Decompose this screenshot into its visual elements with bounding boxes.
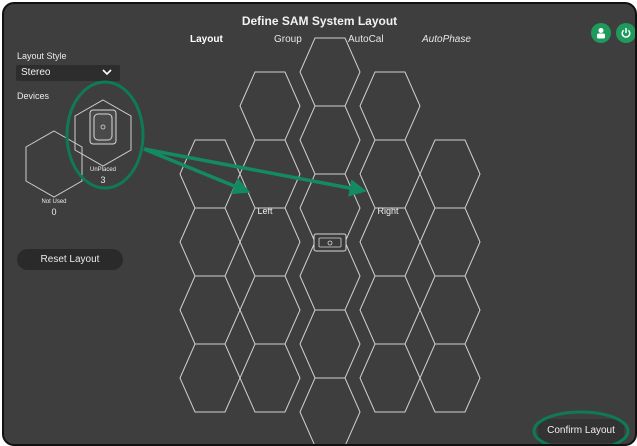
annotation-circle-confirm [532, 410, 630, 444]
app-window: Define SAM System Layout Layout Group Au… [2, 2, 637, 446]
